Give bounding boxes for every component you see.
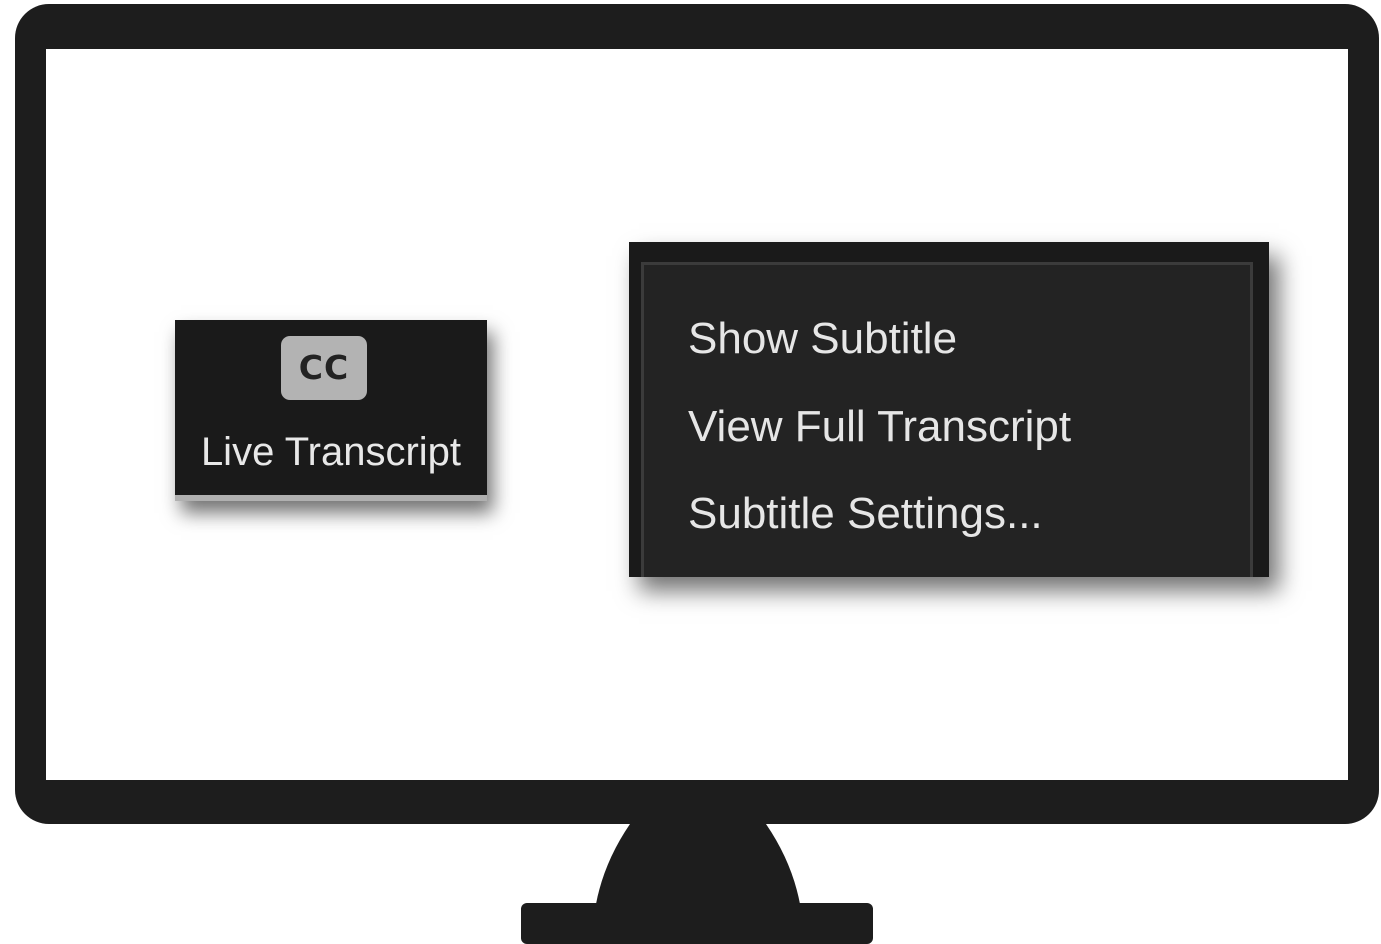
menu-item-subtitle-settings[interactable]: Subtitle Settings... bbox=[688, 474, 1228, 554]
live-transcript-button[interactable]: CC Live Transcript bbox=[175, 320, 487, 501]
menu-item-view-full-transcript[interactable]: View Full Transcript bbox=[688, 387, 1228, 467]
menu-item-show-subtitle[interactable]: Show Subtitle bbox=[688, 299, 1228, 379]
live-transcript-label: Live Transcript bbox=[200, 430, 462, 474]
subtitle-context-menu: Show Subtitle View Full Transcript Subti… bbox=[629, 242, 1269, 577]
context-menu-panel: Show Subtitle View Full Transcript Subti… bbox=[641, 262, 1253, 577]
closed-captions-icon: CC bbox=[281, 336, 367, 400]
stage: CC Live Transcript Show Subtitle View Fu… bbox=[0, 0, 1381, 944]
